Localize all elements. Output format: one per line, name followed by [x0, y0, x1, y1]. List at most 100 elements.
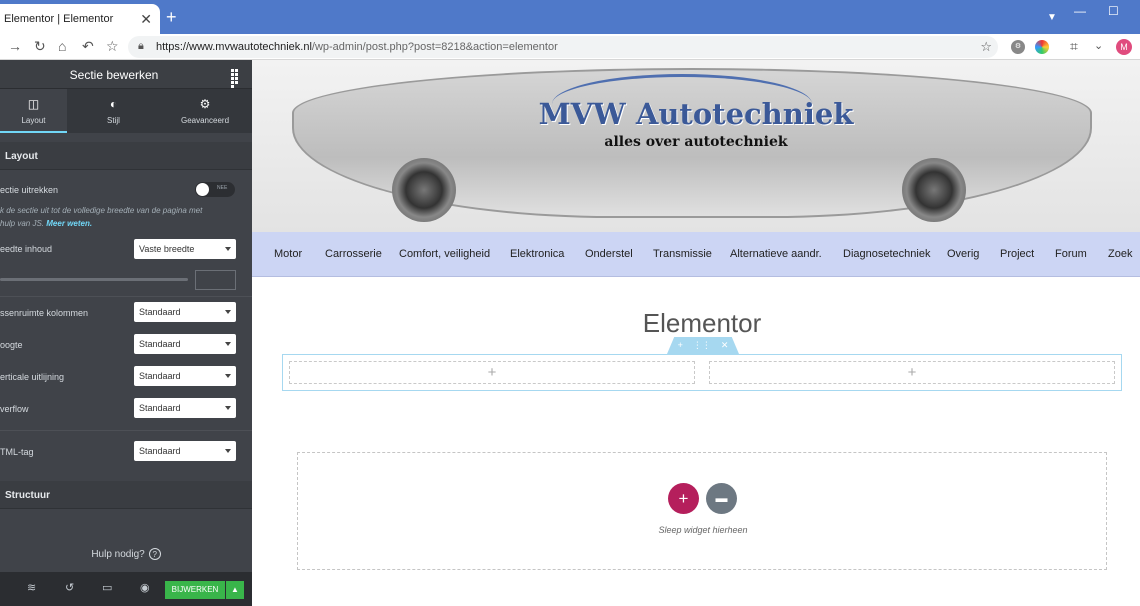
bookmark-star-icon[interactable]: ☆ [106, 39, 119, 53]
tab-advanced-label: Geavanceerd [180, 116, 230, 125]
question-icon: ? [148, 548, 161, 560]
menu-item-zoek[interactable]: Zoek [1108, 248, 1132, 260]
extension-icon[interactable]: ⚙ [1011, 40, 1025, 54]
stretch-section-label: ectie uitrekken [0, 185, 59, 195]
drag-handle-icon[interactable]: ⋮⋮ [693, 340, 711, 350]
site-logo-subtitle: alles over autotechniek [604, 134, 788, 150]
panel-title: Sectie bewerken [69, 68, 159, 82]
home-icon[interactable]: ⌂ [58, 39, 66, 53]
delete-section-icon[interactable]: ✕ [721, 340, 729, 350]
site-menu: Motor Carrosserie Comfort, veiligheid El… [252, 232, 1140, 277]
new-tab-button[interactable]: + [166, 8, 177, 26]
star-icon[interactable]: ☆ [980, 39, 992, 55]
column-empty[interactable]: + [709, 361, 1115, 384]
forward-icon[interactable]: → [8, 39, 22, 53]
width-slider[interactable] [0, 278, 188, 281]
tab-style[interactable]: ◐ Stijl [80, 89, 147, 133]
vertical-align-select[interactable]: Standaard [134, 366, 236, 386]
menu-item-carrosserie[interactable]: Carrosserie [325, 248, 382, 260]
layout-icon: ◫ [27, 97, 40, 111]
editor-preview: MVW Autotechniek alles over autotechniek… [252, 60, 1140, 606]
chevron-down-icon [225, 406, 231, 410]
column-empty[interactable]: + [289, 361, 695, 384]
menu-item-overig[interactable]: Overig [947, 248, 979, 260]
menu-item-elektronica[interactable]: Elektronica [510, 248, 564, 260]
car-wheel [902, 158, 966, 222]
reload-icon[interactable]: ↻ [34, 39, 46, 53]
history-icon[interactable]: ↺ [65, 583, 74, 594]
widgets-grid-icon[interactable] [231, 69, 242, 88]
menu-item-project[interactable]: Project [1000, 248, 1034, 260]
width-number-input[interactable] [195, 270, 236, 290]
chevron-down-icon [225, 342, 231, 346]
content-width-value: Vaste breedte [139, 244, 195, 254]
tab-close-icon[interactable]: ✕ [140, 11, 152, 28]
responsive-icon[interactable]: ▭ [102, 583, 112, 594]
toggle-knob [196, 183, 209, 196]
divider [0, 296, 252, 297]
menu-item-transmissie[interactable]: Transmissie [653, 248, 712, 260]
divider [0, 430, 252, 431]
height-value: Standaard [139, 339, 181, 349]
address-bar: → ↻ ⌂ ↶ ☆ 🔒︎ https://www.mvwautotechniek… [0, 34, 1140, 60]
help-link[interactable]: Hulp nodig?? [0, 548, 252, 560]
tab-style-label: Stijl [107, 116, 120, 125]
vertical-align-label: erticale uitlijning [0, 372, 65, 382]
html-tag-select[interactable]: Standaard [134, 441, 236, 461]
section-handle[interactable]: + ⋮⋮ ✕ [667, 337, 739, 354]
template-library-folder-icon[interactable]: ▬ [706, 483, 737, 514]
url-text: https://www.mvwautotechniek.nl/wp-admin/… [156, 41, 558, 53]
undo-icon[interactable]: ↶ [82, 39, 94, 53]
add-new-section-button[interactable]: + [668, 483, 699, 514]
selected-section[interactable]: + + [282, 354, 1122, 391]
browser-tab-bar: Elementor | Elementor ✕ + ▼ — ☐ [0, 0, 1140, 34]
tab-layout[interactable]: ◫ Layout [0, 89, 67, 133]
url-field[interactable]: 🔒︎ https://www.mvwautotechniek.nl/wp-adm… [128, 36, 998, 58]
menu-item-diagnosetechniek[interactable]: Diagnosetechniek [843, 248, 930, 260]
menu-item-motor[interactable]: Motor [274, 248, 302, 260]
add-widget-icon[interactable]: + [488, 364, 497, 381]
tab-title: Elementor | Elementor [4, 13, 114, 25]
html-tag-value: Standaard [139, 446, 181, 456]
elementor-panel: Sectie bewerken ◫ Layout ◐ Stijl ⚙ Geava… [0, 60, 252, 606]
page-title: Elementor [642, 308, 762, 338]
toggle-state: NEE [217, 185, 228, 191]
chevron-down-icon[interactable]: ⌄ [1094, 39, 1103, 53]
minimize-icon[interactable]: — [1074, 4, 1086, 18]
panel-footer: ≋ ↺ ▭ ◉ BIJWERKEN ▲ [0, 572, 252, 606]
column-gap-select[interactable]: Standaard [134, 302, 236, 322]
tab-search-icon[interactable]: ▼ [1047, 12, 1057, 23]
add-widget-icon[interactable]: + [908, 364, 917, 381]
menu-item-onderstel[interactable]: Onderstel [585, 248, 633, 260]
overflow-select[interactable]: Standaard [134, 398, 236, 418]
tab-advanced[interactable]: ⚙ Geavanceerd [170, 89, 240, 133]
menu-item-comfort[interactable]: Comfort, veiligheid [399, 248, 490, 260]
menu-item-forum[interactable]: Forum [1055, 248, 1087, 260]
crop-icon[interactable]: ⌗ [1070, 39, 1078, 53]
browser-tab[interactable]: Elementor | Elementor ✕ [0, 4, 160, 34]
layout-section-header[interactable]: Layout [0, 142, 252, 170]
learn-more-link[interactable]: Meer weten. [46, 219, 92, 228]
structure-section-header[interactable]: Structuur [0, 481, 252, 509]
gear-icon: ⚙ [199, 97, 211, 111]
stretch-section-toggle[interactable]: NEE [195, 182, 235, 197]
car-wheel [392, 158, 456, 222]
navigator-icon[interactable]: ≋ [27, 583, 36, 594]
color-extension-icon[interactable] [1035, 40, 1049, 54]
maximize-icon[interactable]: ☐ [1108, 4, 1119, 18]
overflow-label: verflow [0, 404, 29, 414]
menu-item-alternatieve[interactable]: Alternatieve aandr. [730, 248, 822, 260]
update-options-icon[interactable]: ▲ [226, 581, 244, 599]
contrast-icon: ◐ [109, 97, 118, 111]
chevron-down-icon [225, 310, 231, 314]
update-button[interactable]: BIJWERKEN [165, 581, 225, 599]
content-width-select[interactable]: Vaste breedte [134, 239, 236, 259]
add-section-icon[interactable]: + [678, 340, 683, 350]
add-section-dropzone[interactable]: + ▬ Sleep widget hierheen [297, 452, 1107, 570]
chevron-down-icon [225, 247, 231, 251]
tab-layout-label: Layout [21, 116, 46, 125]
avatar[interactable]: M [1116, 39, 1132, 55]
height-select[interactable]: Standaard [134, 334, 236, 354]
preview-eye-icon[interactable]: ◉ [140, 583, 150, 594]
html-tag-label: TML-tag [0, 447, 34, 457]
